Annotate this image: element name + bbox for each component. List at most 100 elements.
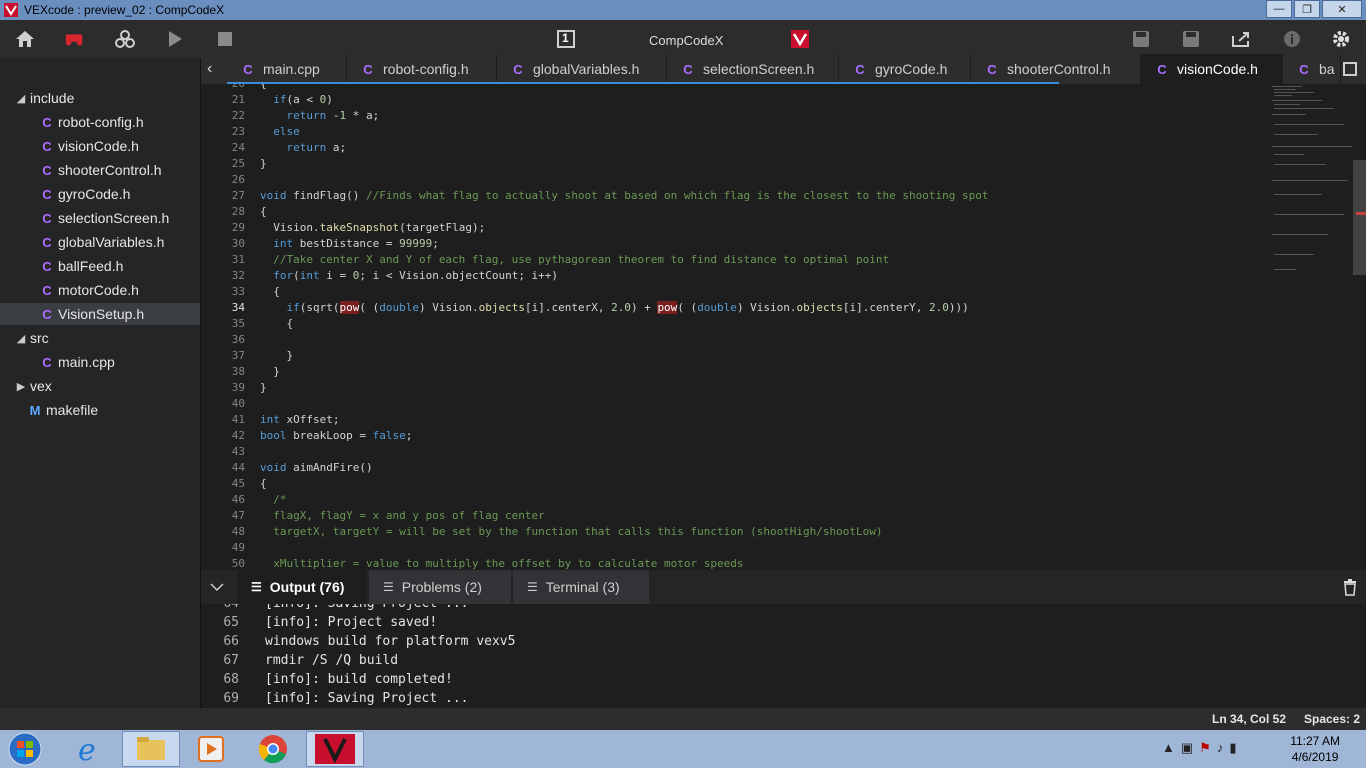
tab-gyrocode[interactable]: CgyroCode.h	[839, 54, 971, 84]
trash-icon[interactable]	[1343, 578, 1357, 601]
code-line[interactable]: }	[260, 156, 267, 172]
share-icon[interactable]	[1230, 28, 1252, 50]
code-line[interactable]: {	[260, 84, 267, 92]
action-center-icon[interactable]: ⚑	[1199, 740, 1211, 756]
tab-ballfeed[interactable]: Cba	[1283, 54, 1341, 84]
line-number: 39	[231, 381, 245, 394]
code-line[interactable]: if(sqrt(pow( (double) Vision.objects[i].…	[260, 300, 969, 316]
tree-file-visioncode[interactable]: CvisionCode.h	[0, 135, 200, 157]
code-line[interactable]: /*	[260, 492, 286, 508]
tree-folder-src[interactable]: ◢ src	[14, 327, 200, 349]
code-line[interactable]: Vision.takeSnapshot(targetFlag);	[260, 220, 485, 236]
code-editor[interactable]: 2021 22 23 24 25 26 27 28 29 30 31 32 33 34 35 36 37 38 39…	[201, 84, 1353, 570]
code-line[interactable]: }	[260, 380, 267, 396]
show-hidden-icons-icon[interactable]: ▲	[1162, 740, 1175, 756]
code-line[interactable]: int bestDistance = 99999;	[260, 236, 439, 252]
code-line[interactable]: {	[260, 284, 280, 300]
save-icon[interactable]	[1130, 28, 1152, 50]
tab-terminal[interactable]: ☰ Terminal (3)	[513, 570, 649, 604]
file-explorer-icon[interactable]	[122, 731, 180, 767]
tree-file-robot-config[interactable]: Crobot-config.h	[0, 111, 200, 133]
editor-scroll-thumb[interactable]	[1353, 160, 1366, 275]
tree-file-gyrocode[interactable]: CgyroCode.h	[0, 183, 200, 205]
tree-file-visionsetup[interactable]: C VisionSetup.h	[0, 303, 200, 325]
system-clock[interactable]: 11:27 AM 4/6/2019	[1290, 733, 1340, 765]
play-icon[interactable]	[164, 28, 186, 50]
tab-main-cpp[interactable]: Cmain.cpp	[227, 54, 347, 84]
indentation-spaces[interactable]: Spaces: 2	[1304, 712, 1360, 726]
robot-car-icon[interactable]	[63, 28, 85, 50]
code-line[interactable]: return -1 * a;	[260, 108, 380, 124]
internet-explorer-icon[interactable]: e	[60, 731, 118, 767]
line-number: 25	[231, 157, 245, 170]
tab-output[interactable]: ☰ Output (76)	[237, 570, 367, 604]
tree-label: makefile	[46, 402, 99, 418]
code-line[interactable]: {	[260, 316, 293, 332]
chrome-icon[interactable]	[244, 731, 302, 767]
code-line[interactable]: }	[260, 364, 280, 380]
media-player-icon[interactable]	[182, 731, 240, 767]
code-line[interactable]: for(int i = 0; i < Vision.objectCount; i…	[260, 268, 558, 284]
network-device-icon[interactable]: ▣	[1181, 740, 1193, 756]
caret-right-icon: ▶	[16, 380, 26, 393]
collapse-panel-chevron-icon[interactable]	[209, 579, 225, 595]
tree-label: shooterControl.h	[58, 162, 162, 178]
chevron-left-icon[interactable]: ‹	[207, 60, 212, 78]
code-line[interactable]: if(a < 0)	[260, 92, 333, 108]
code-line[interactable]: bool breakLoop = false;	[260, 428, 412, 444]
tab-robot-config[interactable]: Crobot-config.h	[347, 54, 497, 84]
tab-shootercontrol[interactable]: CshooterControl.h	[971, 54, 1141, 84]
tree-folder-vex[interactable]: ▶ vex	[14, 375, 200, 397]
tree-file-makefile[interactable]: Mmakefile	[0, 399, 200, 421]
volume-icon[interactable]: ♪	[1217, 740, 1224, 756]
slot-selector-icon[interactable]: 1	[555, 28, 577, 50]
devices-icon[interactable]	[114, 28, 136, 50]
tree-file-globalvariables[interactable]: CglobalVariables.h	[0, 231, 200, 253]
line-number: 26	[231, 173, 245, 186]
minimize-button[interactable]: —	[1266, 0, 1292, 18]
output-panel[interactable]: 64 [info]: Saving Project ... 65 [info]: Pr…	[201, 604, 1366, 708]
minimap[interactable]	[1270, 84, 1352, 284]
code-line[interactable]: xMultiplier = value to multiply the offs…	[260, 556, 743, 570]
code-line[interactable]: targetX, targetY = will be set by the fu…	[260, 524, 882, 540]
code-line[interactable]: {	[260, 476, 267, 492]
output-line: [info]: Project saved!	[265, 615, 438, 630]
tab-visioncode[interactable]: CvisionCode.h	[1141, 54, 1283, 84]
code-line[interactable]: {	[260, 204, 267, 220]
vex-brain-icon[interactable]	[789, 28, 811, 50]
code-line[interactable]: void aimAndFire()	[260, 460, 373, 476]
info-icon[interactable]	[1281, 28, 1303, 50]
code-line[interactable]: }	[260, 348, 293, 364]
code-line[interactable]: return a;	[260, 140, 347, 156]
code-line[interactable]: flagX, flagY = x and y pos of flag cente…	[260, 508, 545, 524]
stop-icon[interactable]	[214, 28, 236, 50]
settings-gear-icon[interactable]	[1330, 28, 1352, 50]
split-editor-icon[interactable]	[1343, 62, 1357, 76]
editor-scrollbar[interactable]	[1353, 84, 1366, 570]
vexcode-logo-icon	[4, 3, 18, 17]
tree-file-motorcode[interactable]: CmotorCode.h	[0, 279, 200, 301]
line-number: 33	[231, 285, 245, 298]
tree-file-shootercontrol[interactable]: CshooterControl.h	[0, 159, 200, 181]
start-button[interactable]	[4, 731, 46, 767]
cursor-position[interactable]: Ln 34, Col 52	[1212, 712, 1286, 726]
code-line[interactable]: //Take center X and Y of each flag, use …	[260, 252, 889, 268]
close-button[interactable]: ✕	[1322, 0, 1362, 18]
maximize-button[interactable]: ❐	[1294, 0, 1320, 18]
tree-file-ballfeed[interactable]: CballFeed.h	[0, 255, 200, 277]
tab-selectionscreen[interactable]: CselectionScreen.h	[667, 54, 839, 84]
line-number: 42	[231, 429, 245, 442]
tree-file-selectionscreen[interactable]: CselectionScreen.h	[0, 207, 200, 229]
tab-problems[interactable]: ☰ Problems (2)	[369, 570, 511, 604]
tree-folder-include[interactable]: ◢ include	[14, 87, 200, 109]
home-icon[interactable]	[14, 28, 36, 50]
code-line[interactable]: void findFlag() //Finds what flag to act…	[260, 188, 989, 204]
vexcode-taskbar-icon[interactable]	[306, 731, 364, 767]
code-line[interactable]: int xOffset;	[260, 412, 339, 428]
signal-strength-icon[interactable]: ▮	[1229, 740, 1236, 756]
tree-file-main-cpp[interactable]: Cmain.cpp	[0, 351, 200, 373]
save-as-icon[interactable]	[1180, 28, 1202, 50]
tab-globalvariables[interactable]: CglobalVariables.h	[497, 54, 667, 84]
code-line[interactable]: else	[260, 124, 300, 140]
output-line-number: 65	[223, 615, 239, 630]
